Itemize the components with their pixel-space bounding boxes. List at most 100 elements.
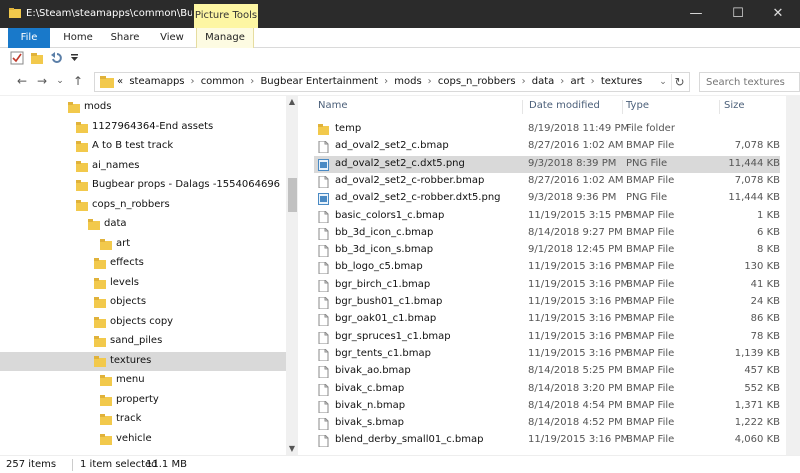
- file-row[interactable]: bb_logo_c5.bmap 11/19/2015 3:16 PM BMAP Fi…: [314, 259, 780, 276]
- file-size: 552 KB: [744, 382, 780, 394]
- nav-tree-item[interactable]: vehicle: [0, 430, 286, 449]
- breadcrumb-cops-n-robbers[interactable]: cops_n_robbers: [438, 76, 516, 87]
- file-row[interactable]: bgr_oak01_c1.bmap 11/19/2015 3:16 PM BMAP …: [314, 311, 780, 328]
- column-header-name[interactable]: Name: [316, 100, 523, 114]
- scroll-down-icon[interactable]: ▼: [286, 443, 298, 455]
- file-date-modified: 11/19/2015 3:16 PM: [528, 434, 630, 446]
- chevron-right-icon: ›: [590, 76, 595, 87]
- file-row[interactable]: ad_oval2_set2_c-robber.dxt5.png 9/3/2018 …: [314, 190, 780, 207]
- breadcrumb-textures[interactable]: textures: [601, 76, 642, 87]
- file-list-scrollbar[interactable]: [786, 96, 800, 455]
- properties-check-icon[interactable]: [10, 51, 24, 65]
- nav-tree-item[interactable]: sand_piles: [0, 332, 286, 351]
- column-header-type[interactable]: Type: [624, 100, 720, 114]
- file-row[interactable]: basic_colors1_c.bmap 11/19/2015 3:15 PM BM…: [314, 208, 780, 225]
- file-type: BMAP File: [626, 365, 675, 377]
- file-row[interactable]: blend_derby_small01_c.bmap 11/19/2015 3:1…: [314, 432, 780, 449]
- recent-locations-chevron-icon[interactable]: ⌄: [52, 73, 68, 89]
- image-file-icon: [318, 158, 329, 171]
- chevron-right-icon: ›: [427, 76, 432, 87]
- breadcrumb-mods[interactable]: mods: [394, 76, 421, 87]
- breadcrumb-bugbear[interactable]: Bugbear Entertainment: [260, 76, 378, 87]
- file-icon: [318, 418, 329, 431]
- up-arrow-icon[interactable]: ↑: [70, 73, 86, 89]
- file-date-modified: 9/3/2018 9:36 PM: [528, 192, 617, 204]
- nav-tree-item[interactable]: Bugbear props - Dalags -1554064696: [0, 176, 286, 195]
- file-row[interactable]: ad_oval2_set2_c.dxt5.png 9/3/2018 8:39 PM…: [314, 155, 780, 173]
- column-header-row: ^ Name Date modified Type Size: [300, 96, 800, 118]
- file-icon: [318, 331, 329, 344]
- scroll-up-icon[interactable]: ▲: [286, 96, 298, 108]
- back-arrow-icon[interactable]: ←: [14, 73, 30, 89]
- nav-tree-item[interactable]: ai_names: [0, 157, 286, 176]
- nav-tree-item[interactable]: mods: [0, 98, 286, 117]
- tab-home[interactable]: Home: [58, 28, 98, 48]
- file-date-modified: 11/19/2015 3:15 PM: [528, 209, 630, 221]
- nav-tree-item[interactable]: track: [0, 410, 286, 429]
- breadcrumb-steamapps[interactable]: steamapps: [129, 76, 184, 87]
- nav-tree-item[interactable]: cops_n_robbers: [0, 196, 286, 215]
- forward-arrow-icon[interactable]: →: [34, 73, 50, 89]
- file-row[interactable]: bivak_s.bmap 8/14/2018 4:52 PM BMAP File 1,…: [314, 415, 780, 432]
- nav-tree-item[interactable]: data: [0, 215, 286, 234]
- nav-tree-item[interactable]: 1127964364-End assets: [0, 118, 286, 137]
- close-button[interactable]: ✕: [758, 2, 798, 26]
- file-name: blend_derby_small01_c.bmap: [335, 434, 484, 446]
- file-icon: [318, 210, 329, 223]
- file-row[interactable]: bgr_bush01_c1.bmap 11/19/2015 3:16 PM BMAP…: [314, 294, 780, 311]
- nav-tree-label: levels: [110, 276, 139, 288]
- address-bar[interactable]: « steamapps › common › Bugbear Entertainme…: [94, 72, 690, 92]
- file-row[interactable]: bivak_c.bmap 8/14/2018 3:20 PM BMAP File 55…: [314, 381, 780, 398]
- file-row[interactable]: bivak_ao.bmap 8/14/2018 5:25 PM BMAP File 4…: [314, 363, 780, 380]
- undo-icon[interactable]: [50, 51, 64, 65]
- nav-tree-item[interactable]: effects: [0, 254, 286, 273]
- nav-tree-item[interactable]: objects copy: [0, 313, 286, 332]
- file-row[interactable]: ad_oval2_set2_c-robber.bmap 8/27/2016 1:0…: [314, 173, 780, 190]
- file-date-modified: 8/14/2018 3:20 PM: [528, 382, 623, 394]
- nav-tree-item[interactable]: menu: [0, 371, 286, 390]
- folder-icon: [68, 102, 80, 113]
- tab-view[interactable]: View: [152, 28, 192, 48]
- nav-tree-item[interactable]: levels: [0, 274, 286, 293]
- tab-share[interactable]: Share: [104, 28, 146, 48]
- new-folder-icon[interactable]: [30, 51, 44, 65]
- column-header-date[interactable]: Date modified: [527, 100, 623, 114]
- file-row[interactable]: bgr_tents_c1.bmap 11/19/2015 3:16 PM BMAP …: [314, 346, 780, 363]
- nav-tree-item[interactable]: art: [0, 235, 286, 254]
- file-row[interactable]: temp 8/19/2018 11:49 PM File folder: [314, 121, 780, 138]
- nav-tree-label: effects: [110, 257, 144, 268]
- nav-tree-item[interactable]: objects: [0, 293, 286, 312]
- scrollbar-thumb[interactable]: [288, 178, 297, 212]
- minimize-button[interactable]: —: [676, 2, 716, 26]
- breadcrumb-data[interactable]: data: [532, 76, 555, 87]
- breadcrumb-common[interactable]: common: [201, 76, 245, 87]
- file-type: BMAP File: [626, 140, 675, 152]
- tab-file[interactable]: File: [8, 28, 50, 48]
- nav-tree-label: sand_piles: [110, 335, 163, 346]
- column-header-size[interactable]: Size: [722, 100, 782, 114]
- file-size: 86 KB: [750, 313, 780, 325]
- customize-toolbar-icon[interactable]: [68, 51, 82, 65]
- address-dropdown-icon[interactable]: ⌄: [657, 75, 669, 89]
- file-date-modified: 11/19/2015 3:16 PM: [528, 330, 630, 342]
- nav-tree-item[interactable]: textures: [0, 351, 286, 371]
- breadcrumb-overflow[interactable]: «: [117, 76, 123, 87]
- refresh-icon[interactable]: ↻: [671, 74, 687, 90]
- navigation-scrollbar[interactable]: ▲ ▼: [286, 96, 298, 455]
- search-input[interactable]: [699, 72, 800, 92]
- file-name: basic_colors1_c.bmap: [335, 209, 445, 221]
- file-row[interactable]: bgr_birch_c1.bmap 11/19/2015 3:16 PM BMAP …: [314, 277, 780, 294]
- folder-icon: [9, 8, 21, 18]
- breadcrumb-art[interactable]: art: [570, 76, 584, 87]
- file-row[interactable]: ad_oval2_set2_c.bmap 8/27/2016 1:02 AM BMA…: [314, 138, 780, 155]
- file-row[interactable]: bb_3d_icon_c.bmap 8/14/2018 9:27 PM BMAP F…: [314, 225, 780, 242]
- nav-tree-label: track: [116, 413, 142, 424]
- maximize-button[interactable]: ☐: [718, 2, 758, 26]
- nav-tree-item[interactable]: property: [0, 391, 286, 410]
- nav-tree-item[interactable]: A to B test track: [0, 137, 286, 156]
- file-row[interactable]: bivak_n.bmap 8/14/2018 4:54 PM BMAP File 1,…: [314, 398, 780, 415]
- tab-manage[interactable]: Manage: [196, 28, 254, 48]
- file-row[interactable]: bgr_spruces1_c1.bmap 11/19/2015 3:16 PM BM…: [314, 329, 780, 346]
- chevron-right-icon: ›: [560, 76, 565, 87]
- file-row[interactable]: bb_3d_icon_s.bmap 9/1/2018 12:45 PM BMAP F…: [314, 242, 780, 259]
